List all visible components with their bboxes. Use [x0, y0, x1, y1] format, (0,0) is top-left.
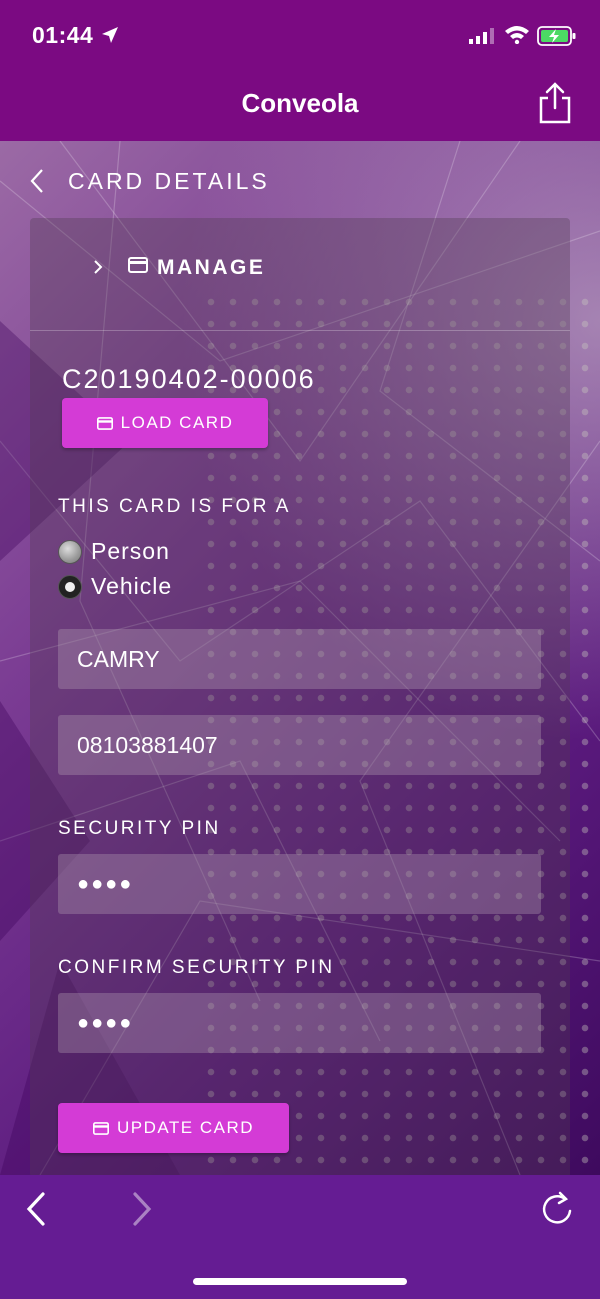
radio-label-person: Person — [91, 538, 170, 564]
vehicle-name-field[interactable]: CAMRY — [58, 629, 541, 689]
battery-icon — [537, 26, 576, 46]
reload-icon[interactable] — [538, 1189, 576, 1229]
content-area: CARD DETAILS MANAGE C20190402-00006 LOAD… — [0, 141, 600, 1175]
card-panel: MANAGE C20190402-00006 LOAD CARD THIS CA… — [30, 218, 570, 1175]
load-card-button[interactable]: LOAD CARD — [62, 398, 268, 448]
manage-row[interactable]: MANAGE — [30, 218, 570, 331]
card-id: C20190402-00006 — [62, 364, 316, 394]
confirm-pin-label: CONFIRM SECURITY PIN — [58, 957, 335, 978]
security-pin-label: SECURITY PIN — [58, 818, 221, 839]
card-icon — [96, 416, 113, 430]
radio-person[interactable]: Person — [58, 538, 170, 565]
bottom-toolbar — [0, 1175, 600, 1299]
nav-forward-icon[interactable] — [130, 1191, 154, 1227]
security-pin-field[interactable]: ●●●● — [58, 854, 541, 914]
chevron-right-icon — [94, 260, 103, 274]
radio-vehicle[interactable]: Vehicle — [58, 573, 172, 600]
update-card-button[interactable]: UPDATE CARD — [58, 1103, 289, 1153]
radio-button-checked[interactable] — [58, 574, 82, 599]
app-title: Conveola — [241, 88, 359, 118]
update-card-label: UPDATE CARD — [116, 1118, 255, 1137]
home-indicator — [193, 1278, 407, 1285]
card-for-label: THIS CARD IS FOR A — [58, 496, 291, 517]
status-time: 01:44 — [32, 22, 94, 48]
page-title: CARD DETAILS — [68, 168, 270, 194]
confirm-pin-field[interactable]: ●●●● — [58, 993, 541, 1053]
signal-icon — [469, 28, 494, 44]
card-icon — [92, 1121, 109, 1135]
location-arrow-icon — [102, 27, 118, 43]
wifi-icon — [505, 26, 529, 44]
back-chevron-icon[interactable] — [28, 168, 46, 194]
radio-button[interactable] — [58, 539, 82, 564]
manage-label: MANAGE — [157, 256, 266, 279]
phone-field[interactable]: 08103881407 — [58, 715, 541, 775]
share-icon[interactable] — [536, 80, 574, 126]
load-card-label: LOAD CARD — [120, 413, 234, 432]
top-bar: 01:44 Conveola — [0, 0, 600, 141]
nav-back-icon[interactable] — [24, 1191, 48, 1227]
radio-label-vehicle: Vehicle — [91, 573, 173, 599]
card-icon — [128, 257, 148, 273]
